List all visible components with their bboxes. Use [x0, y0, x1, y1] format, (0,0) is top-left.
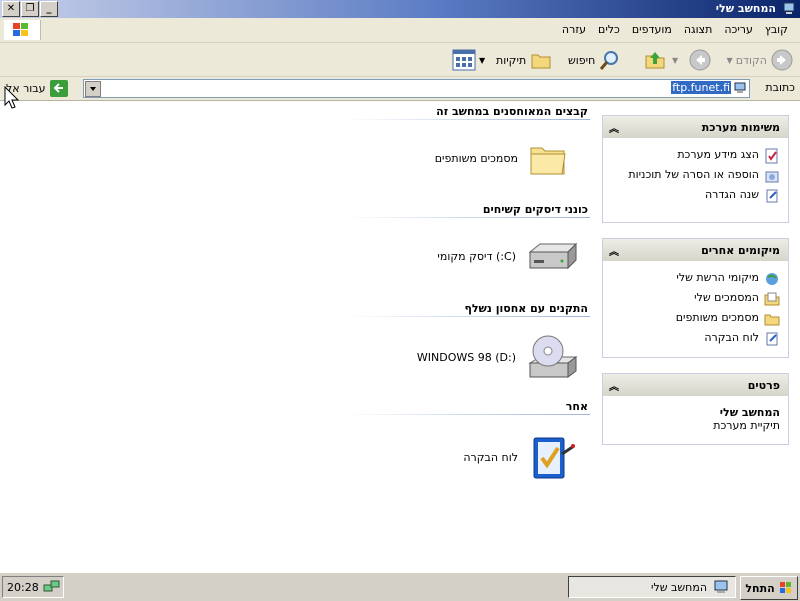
address-bar: כתובת ftp.funet.fi עבור אל: [0, 77, 800, 101]
address-input[interactable]: ftp.funet.fi: [83, 79, 750, 98]
forward-dropdown-icon[interactable]: ▼: [672, 47, 678, 73]
place-control-panel[interactable]: לוח הבקרה: [611, 331, 780, 347]
details-name: המחשב שלי: [719, 406, 780, 419]
other-places-title: מיקומים אחרים: [701, 244, 780, 257]
folders-icon: [531, 54, 551, 69]
computer-icon: [783, 2, 795, 14]
menu-favorites[interactable]: מועדפים: [626, 23, 678, 36]
restore-button[interactable]: ❐: [21, 1, 39, 17]
item-label: לוח הבקרה: [463, 450, 518, 464]
network-tray-icon[interactable]: [43, 579, 61, 595]
address-computer-icon: [734, 82, 746, 93]
views-button[interactable]: ▼: [452, 47, 485, 73]
views-dropdown-icon: ▼: [479, 55, 486, 65]
item-local-disk-c[interactable]: (C:) דיסק מקומי: [437, 238, 578, 274]
shared-folder-icon: [764, 314, 780, 326]
views-icon: [452, 49, 476, 71]
add-remove-programs-icon: [765, 171, 779, 183]
group-divider: [345, 414, 590, 415]
minimize-button[interactable]: _: [40, 1, 58, 17]
control-panel-icon: [766, 332, 778, 346]
menu-view[interactable]: תצוגה: [678, 23, 718, 36]
collapse-chevron-icon[interactable]: ︽: [609, 378, 619, 393]
folders-label: תיקיות: [496, 53, 527, 67]
back-dropdown-icon[interactable]: ▼: [727, 56, 733, 65]
search-button[interactable]: חיפוש: [568, 47, 622, 73]
system-tasks-pane: משימות מערכת ︽ הצג מידע מערכת הוספה או ה…: [602, 115, 789, 223]
menu-bar: קובץ עריכה תצוגה מועדפים כלים עזרה: [0, 18, 800, 43]
taskbar-window-label: המחשב שלי: [651, 580, 707, 594]
network-places-icon: [766, 273, 778, 285]
clock[interactable]: 20:28: [7, 581, 39, 594]
title-bar: ✕ ❐ _ המחשב שלי: [0, 0, 800, 18]
task-change-setting[interactable]: שנה הגדרה: [611, 188, 780, 204]
place-my-network[interactable]: מיקומי הרשת שלי: [611, 271, 780, 287]
item-control-panel[interactable]: לוח הבקרה: [463, 432, 578, 482]
search-icon: [600, 51, 619, 70]
folders-button[interactable]: תיקיות: [496, 47, 553, 73]
mouse-cursor-icon: [4, 86, 20, 109]
taskbar: התחל המחשב שלי 20:28: [0, 572, 800, 601]
group-divider: [345, 316, 590, 317]
taskbar-window-button[interactable]: המחשב שלי: [568, 576, 736, 598]
item-cd-drive-d[interactable]: WINDOWS 98 (D:): [417, 333, 578, 381]
place-shared-documents[interactable]: מסמכים משותפים: [611, 311, 780, 327]
menu-help[interactable]: עזרה: [556, 23, 592, 36]
other-places-pane: מיקומים אחרים ︽ מיקומי הרשת שלי המסמכים …: [602, 238, 789, 358]
windows-logo-icon: [779, 582, 791, 593]
details-type: תיקיית מערכת: [713, 419, 780, 432]
cd-drive-icon: [528, 335, 578, 378]
start-button[interactable]: התחל: [740, 576, 798, 600]
address-label: כתובת: [765, 81, 795, 94]
address-dropdown-icon[interactable]: [85, 81, 101, 97]
address-value: ftp.funet.fi: [671, 81, 731, 94]
back-label: הקודם: [735, 53, 767, 67]
menu-file[interactable]: קובץ: [759, 23, 794, 36]
menu-edit[interactable]: עריכה: [718, 23, 759, 36]
system-tray: 20:28: [2, 576, 64, 598]
details-title: פרטים: [747, 379, 780, 392]
system-info-icon: [765, 148, 778, 164]
toolbar: הקודם ▼ ▼ חיפוש תיקיות ▼: [0, 43, 800, 77]
up-button[interactable]: [643, 47, 667, 73]
go-arrow-icon: [49, 80, 68, 97]
collapse-chevron-icon[interactable]: ︽: [609, 243, 619, 258]
group-divider: [345, 217, 590, 218]
task-view-system-info[interactable]: הצג מידע מערכת: [611, 148, 780, 164]
back-button[interactable]: הקודם ▼: [727, 47, 794, 73]
search-label: חיפוש: [568, 53, 596, 67]
item-label: מסמכים משותפים: [434, 151, 518, 165]
group-header-hard-drives: כונני דיסקים קשיחים: [482, 203, 588, 216]
place-my-documents[interactable]: המסמכים שלי: [611, 291, 780, 307]
menu-tools[interactable]: כלים: [592, 23, 626, 36]
collapse-chevron-icon[interactable]: ︽: [609, 120, 619, 135]
close-button[interactable]: ✕: [2, 1, 20, 17]
start-label: התחל: [745, 581, 775, 595]
shared-folder-icon: [530, 147, 566, 175]
forward-icon: [689, 49, 711, 71]
group-divider: [345, 119, 590, 120]
window-title: המחשב שלי: [715, 2, 776, 15]
group-header-removable-storage: התקנים עם אחסון נשלף: [464, 302, 588, 315]
windows-logo-icon: [4, 20, 41, 40]
item-shared-documents[interactable]: מסמכים משותפים: [435, 138, 568, 178]
hard-disk-icon: [528, 242, 578, 270]
task-add-remove-programs[interactable]: הוספה או הסרה של תוכניות: [611, 168, 780, 184]
control-panel-icon: [533, 437, 575, 479]
details-pane: פרטים ︽ המחשב שלי תיקיית מערכת: [602, 373, 789, 445]
item-label: WINDOWS 98 (D:): [416, 350, 516, 364]
item-label: (C:) דיסק מקומי: [437, 249, 516, 263]
group-header-stored-files: קבצים המאוחסנים במחשב זה: [436, 105, 588, 118]
back-icon: [771, 49, 793, 71]
group-header-other: אחר: [565, 400, 588, 413]
my-documents-icon: [764, 292, 780, 306]
up-folder-icon: [645, 52, 665, 69]
forward-button[interactable]: [688, 47, 712, 73]
change-setting-icon: [766, 189, 778, 203]
computer-icon: [714, 580, 728, 593]
system-tasks-title: משימות מערכת: [701, 121, 780, 134]
